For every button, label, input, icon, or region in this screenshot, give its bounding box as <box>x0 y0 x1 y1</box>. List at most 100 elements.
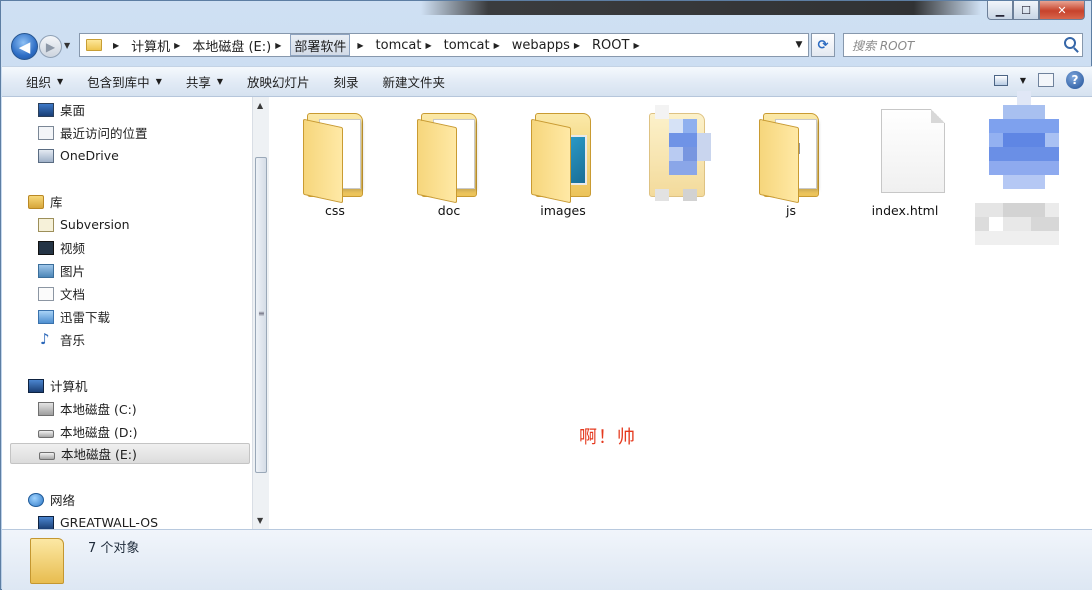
close-button[interactable]: ✕ <box>1039 1 1085 20</box>
drive-icon <box>38 429 54 438</box>
breadcrumb-separator[interactable]: ▶ <box>350 34 372 56</box>
explorer-window: ▁ ☐ ✕ ◀ ▶ ▼ ▶ 计算机 ▶ 本地磁盘 (E:) ▶ 部署软件 ▶ tom… <box>0 0 1092 590</box>
help-icon[interactable]: ? <box>1066 71 1084 89</box>
breadcrumb-webapps[interactable]: webapps ▶ <box>509 34 589 56</box>
file-name: doc <box>437 203 461 218</box>
share-label: 共享 <box>185 75 211 90</box>
sidebar-item-recent-places[interactable]: 最近访问的位置 <box>38 122 148 143</box>
sidebar-group-computer[interactable]: 计算机 <box>28 375 88 396</box>
file-name: css <box>325 203 345 218</box>
sidebar-item-pictures[interactable]: 图片 <box>38 260 85 281</box>
navigation-scrollbar[interactable]: ▲ ≡ ▼ <box>252 97 269 529</box>
breadcrumb-root[interactable]: ROOT ▶ <box>589 34 649 56</box>
sidebar-item-music[interactable]: 音乐 <box>38 329 85 350</box>
file-item-images[interactable]: images <box>509 105 617 223</box>
include-in-library-label: 包含到库中 <box>87 75 150 90</box>
scrollbar-grip-icon: ≡ <box>258 309 265 318</box>
sidebar-item-drive-e[interactable]: 本地磁盘 (E:) <box>10 443 250 464</box>
file-item-obscured[interactable] <box>965 91 1089 245</box>
sidebar-group-label: 计算机 <box>50 379 88 394</box>
sidebar-item-label: GREATWALL-OS <box>60 515 159 529</box>
slideshow-button[interactable]: 放映幻灯片 <box>235 67 322 96</box>
breadcrumb-computer[interactable]: 计算机 ▶ <box>128 34 189 56</box>
change-view-icon[interactable] <box>993 74 1008 86</box>
file-item-doc[interactable]: doc <box>395 105 503 223</box>
burn-button[interactable]: 刻录 <box>322 67 371 96</box>
pixelated-overlay <box>655 105 715 201</box>
breadcrumb-drive-e[interactable]: 本地磁盘 (E:) ▶ <box>189 34 290 56</box>
folder-icon <box>527 105 599 204</box>
sidebar-item-label: OneDrive <box>60 148 119 163</box>
organize-menu[interactable]: 组织 ▼ <box>14 67 75 96</box>
address-bar[interactable]: ▶ 计算机 ▶ 本地磁盘 (E:) ▶ 部署软件 ▶ tomcat ▶ tomcat ▶… <box>79 33 809 57</box>
refresh-icon[interactable]: ⟳ <box>811 33 835 57</box>
minimize-button[interactable]: ▁ <box>987 1 1013 20</box>
breadcrumb-label: 本地磁盘 (E:) <box>192 39 272 55</box>
back-button[interactable]: ◀ <box>11 33 38 60</box>
sidebar-item-label: 最近访问的位置 <box>60 126 148 141</box>
chevron-down-icon: ▼ <box>155 77 162 86</box>
file-item-obscured-folder[interactable] <box>623 105 731 223</box>
folder-icon <box>641 105 713 201</box>
sidebar-item-greatwall-os[interactable]: GREATWALL-OS <box>38 512 158 529</box>
sidebar-item-subversion[interactable]: Subversion <box>38 214 130 235</box>
share-menu[interactable]: 共享 ▼ <box>174 67 235 96</box>
file-list[interactable]: css doc images js index.html 啊！帅 <box>269 91 1092 529</box>
breadcrumb-tomcat-2[interactable]: tomcat ▶ <box>441 34 509 56</box>
forward-button[interactable]: ▶ <box>39 35 62 58</box>
navigation-pane: 桌面 最近访问的位置 OneDrive 库 Subversion 视频 图片 文… <box>2 97 252 529</box>
sidebar-item-label: 本地磁盘 (E:) <box>61 447 137 462</box>
maximize-button[interactable]: ☐ <box>1013 1 1039 20</box>
breadcrumb-label: tomcat <box>443 37 490 53</box>
subversion-icon <box>38 217 54 232</box>
recent-places-icon <box>38 125 54 140</box>
sidebar-item-label: 本地磁盘 (C:) <box>60 402 137 417</box>
preview-pane-icon[interactable] <box>1038 73 1054 87</box>
thunder-download-icon <box>38 309 54 324</box>
sidebar-item-onedrive[interactable]: OneDrive <box>38 145 119 166</box>
sidebar-group-network[interactable]: 网络 <box>28 489 75 510</box>
search-icon[interactable] <box>1064 37 1076 49</box>
file-item-index-html[interactable]: index.html <box>851 105 959 223</box>
breadcrumb-root-arrow[interactable]: ▶ <box>106 34 128 56</box>
sidebar-group-label: 网络 <box>50 493 76 508</box>
breadcrumb-label: 计算机 <box>131 39 171 55</box>
search-placeholder: 搜索 ROOT <box>852 38 915 53</box>
sidebar-item-documents[interactable]: 文档 <box>38 283 85 304</box>
sidebar-group-libraries[interactable]: 库 <box>28 191 63 212</box>
view-options-chevron-icon[interactable]: ▼ <box>1020 76 1026 85</box>
details-pane: 7 个对象 <box>2 529 1092 590</box>
search-input[interactable]: 搜索 ROOT <box>843 33 1083 57</box>
system-drive-icon <box>38 401 54 416</box>
computer-icon <box>28 378 44 393</box>
sidebar-item-desktop[interactable]: 桌面 <box>38 99 85 120</box>
new-folder-button[interactable]: 新建文件夹 <box>371 67 458 96</box>
sidebar-item-label: 文档 <box>60 287 86 302</box>
drive-icon <box>39 451 55 460</box>
address-history-dropdown-icon[interactable]: ▼ <box>790 40 808 50</box>
video-icon <box>38 240 54 255</box>
sidebar-item-thunder-downloads[interactable]: 迅雷下载 <box>38 306 110 327</box>
item-count: 7 个对象 <box>88 541 140 556</box>
desktop-icon <box>38 102 54 117</box>
scroll-up-icon[interactable]: ▲ <box>257 101 263 110</box>
sidebar-item-drive-c[interactable]: 本地磁盘 (C:) <box>38 398 137 419</box>
scroll-down-icon[interactable]: ▼ <box>257 516 263 525</box>
sidebar-item-videos[interactable]: 视频 <box>38 237 85 258</box>
file-item-css[interactable]: css <box>281 105 389 223</box>
sidebar-item-drive-d[interactable]: 本地磁盘 (D:) <box>38 421 138 442</box>
breadcrumb-deploy-software[interactable]: 部署软件 <box>290 34 351 56</box>
chevron-down-icon: ▼ <box>57 77 64 86</box>
folder-icon <box>86 39 102 51</box>
breadcrumb-label: tomcat <box>375 37 422 53</box>
recent-pages-dropdown-icon[interactable]: ▼ <box>64 41 70 50</box>
include-in-library-menu[interactable]: 包含到库中 ▼ <box>75 67 174 96</box>
breadcrumb-tomcat-1[interactable]: tomcat ▶ <box>373 34 441 56</box>
title-bar-redacted <box>421 1 981 15</box>
folder-icon <box>299 105 371 204</box>
folder-icon <box>755 105 827 204</box>
file-item-js[interactable]: js <box>737 105 845 223</box>
command-toolbar: 组织 ▼ 包含到库中 ▼ 共享 ▼ 放映幻灯片 刻录 新建文件夹 ▼ ? <box>2 66 1092 97</box>
pixelated-overlay <box>975 91 1079 267</box>
sidebar-item-label: 迅雷下载 <box>60 310 111 325</box>
